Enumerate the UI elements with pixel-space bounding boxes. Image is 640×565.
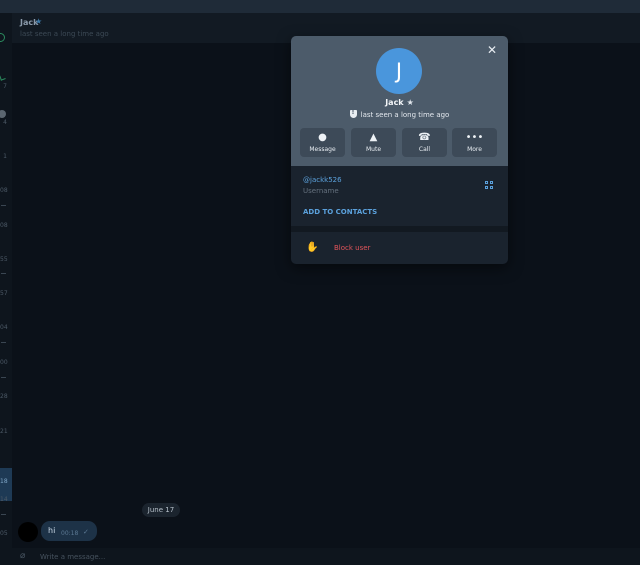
- message-time: 00:18: [61, 530, 79, 537]
- message-icon: ●: [318, 132, 327, 143]
- add-to-contacts-button[interactable]: ADD TO CONTACTS: [303, 208, 377, 216]
- chat-list-strip: 7 4 1 08 08 55 57 04 00 28 21 18 14 05: [0, 13, 12, 565]
- message-text: hi: [48, 526, 56, 535]
- strip-label[interactable]: 1: [0, 153, 7, 160]
- strip-divider: [1, 377, 6, 378]
- more-button-label: More: [467, 146, 482, 153]
- strip-divider: [1, 514, 6, 515]
- profile-status: last seen a long time ago: [360, 111, 450, 119]
- hand-icon: ✋: [306, 242, 319, 253]
- strip-label[interactable]: 7: [0, 83, 7, 90]
- strip-label: 18: [0, 478, 8, 485]
- user-info-modal: ✕ J Jack★ last seen a long time ago ● Me…: [291, 36, 508, 264]
- strip-label[interactable]: 04: [0, 324, 8, 331]
- strip-label[interactable]: 21: [0, 428, 8, 435]
- title-bar: [0, 0, 640, 13]
- badge-icon: [0, 110, 6, 118]
- strip-label[interactable]: 28: [0, 393, 8, 400]
- strip-label[interactable]: 05: [0, 530, 8, 537]
- strip-label[interactable]: 55: [0, 256, 8, 263]
- date-separator: June 17: [142, 503, 180, 517]
- profile-name-row: Jack ★: [291, 98, 508, 107]
- pencil-icon: [0, 74, 6, 81]
- avatar-ring-icon: [0, 33, 5, 42]
- call-button-label: Call: [418, 146, 431, 153]
- strip-label[interactable]: 14: [0, 496, 8, 503]
- strip-label[interactable]: 08: [0, 187, 8, 194]
- more-icon: •••: [465, 132, 484, 143]
- star-icon: ★: [406, 98, 414, 107]
- qr-code-icon[interactable]: [485, 181, 494, 190]
- strip-label[interactable]: 4: [0, 119, 7, 126]
- strip-divider: [1, 273, 6, 274]
- strip-label[interactable]: 57: [0, 290, 8, 297]
- message-input[interactable]: [40, 551, 340, 562]
- bell-icon: ▲: [369, 132, 378, 143]
- message-composer: ⌀: [12, 548, 640, 565]
- strip-label[interactable]: 08: [0, 222, 8, 229]
- close-icon[interactable]: ✕: [486, 44, 498, 56]
- message-avatar[interactable]: [18, 522, 38, 542]
- message-button[interactable]: ● Message: [300, 128, 345, 157]
- profile-header: ✕ J Jack★ last seen a long time ago ● Me…: [291, 36, 508, 166]
- phone-icon: ☎: [418, 132, 431, 143]
- username-label: Username: [303, 187, 339, 195]
- paperclip-icon[interactable]: ⌀: [20, 552, 29, 561]
- block-user-button[interactable]: ✋ Block user: [291, 232, 508, 264]
- shield-icon: [349, 109, 357, 118]
- strip-divider: [1, 205, 6, 206]
- strip-divider: [1, 342, 6, 343]
- mute-button-label: Mute: [365, 146, 382, 153]
- call-button[interactable]: ☎ Call: [402, 128, 447, 157]
- check-icon: ✓: [83, 528, 89, 536]
- profile-avatar[interactable]: J: [376, 48, 422, 94]
- message-bubble[interactable]: hi 00:18 ✓: [41, 521, 97, 541]
- star-icon: ★: [35, 17, 43, 26]
- chat-status: last seen a long time ago: [20, 30, 109, 38]
- username-value[interactable]: @jackk526: [303, 176, 342, 184]
- mute-button[interactable]: ▲ Mute: [351, 128, 396, 157]
- profile-status-row: last seen a long time ago: [291, 109, 508, 119]
- more-button[interactable]: ••• More: [452, 128, 497, 157]
- profile-name: Jack: [385, 98, 404, 107]
- profile-info-section: @jackk526 Username ADD TO CONTACTS: [291, 166, 508, 226]
- strip-label[interactable]: 00: [0, 359, 8, 366]
- block-user-label: Block user: [334, 244, 371, 252]
- message-button-label: Message: [309, 146, 336, 153]
